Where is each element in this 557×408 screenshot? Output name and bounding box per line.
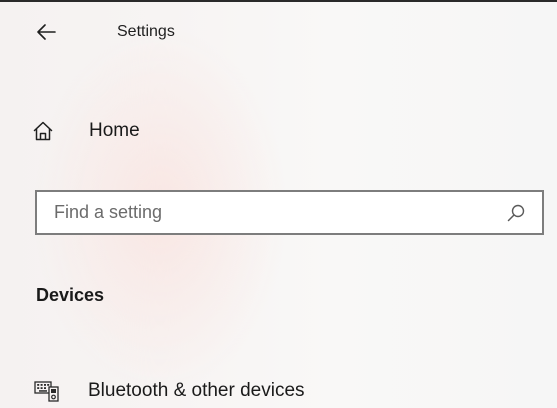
nav-item-bluetooth-devices-label: Bluetooth & other devices [88,380,305,401]
devices-keyboard-icon [34,379,60,403]
app-title: Settings [117,23,175,40]
search-box[interactable] [35,190,544,235]
nav-item-bluetooth-devices[interactable]: Bluetooth & other devices [30,374,430,408]
back-button[interactable] [28,16,64,48]
back-arrow-icon [36,24,56,40]
home-icon [31,119,55,143]
search-input[interactable] [37,192,502,233]
section-heading-devices: Devices [36,285,105,305]
title-bar: Settings [0,2,557,60]
search-icon[interactable] [502,199,530,227]
nav-item-home[interactable]: Home [30,112,330,150]
nav-item-home-label: Home [89,120,140,141]
